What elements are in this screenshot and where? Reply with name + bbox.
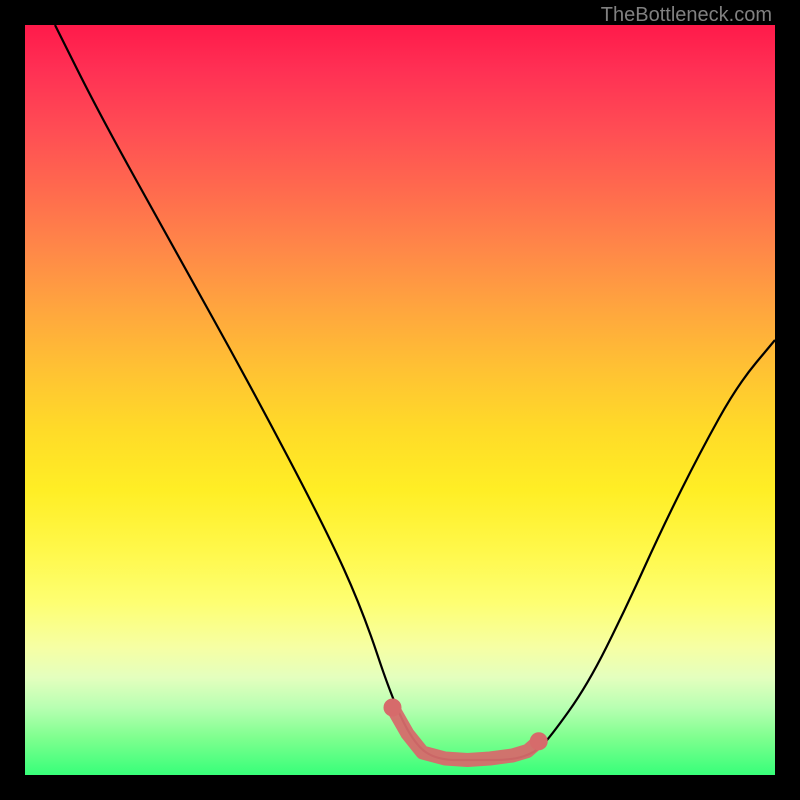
bottleneck-curve — [55, 25, 775, 760]
watermark-text: TheBottleneck.com — [601, 4, 772, 27]
chart-container: TheBottleneck.com — [0, 0, 800, 800]
bottleneck-curve-svg — [25, 25, 775, 775]
plot-area — [25, 25, 775, 775]
optimal-range-markers — [384, 699, 548, 761]
